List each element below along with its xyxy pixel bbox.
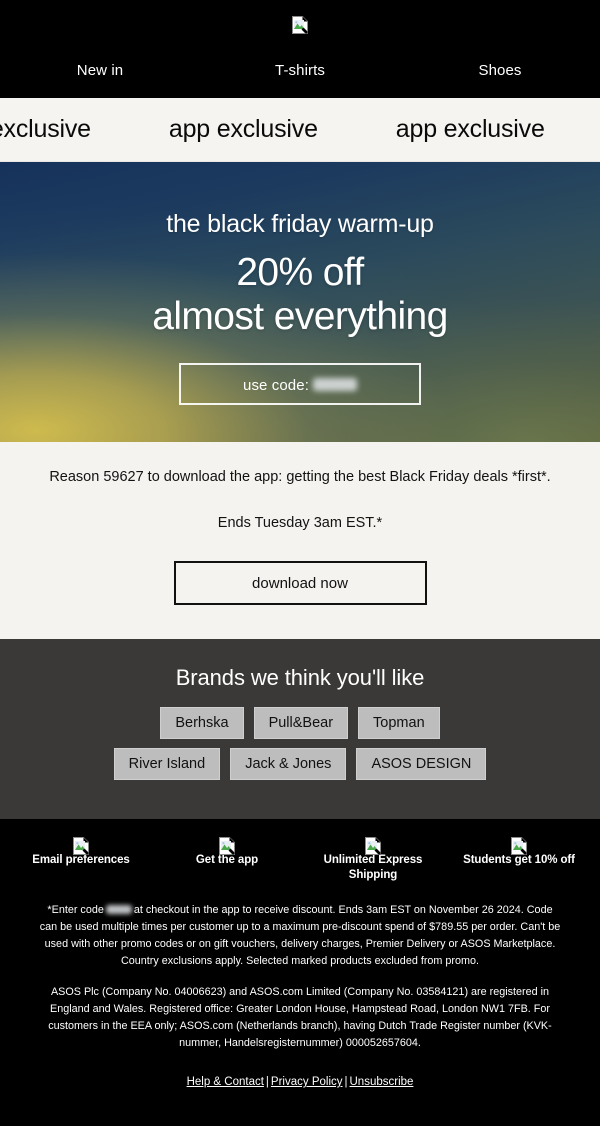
brand-chip-asos-design[interactable]: ASOS DESIGN xyxy=(356,748,487,781)
legal-text-company: ASOS Plc (Company No. 04006623) and ASOS… xyxy=(48,986,552,1050)
brand-chip-berhska[interactable]: Berhska xyxy=(160,707,244,740)
marquee-text: app exclusive xyxy=(395,115,545,143)
hero-kicker: the black friday warm-up xyxy=(166,210,434,238)
hero-content: the black friday warm-up 20% off almost … xyxy=(0,162,600,405)
promo-ends-text: Ends Tuesday 3am EST.* xyxy=(217,514,383,531)
legal-promo-code-redacted xyxy=(105,904,132,914)
hero-headline-line-2: almost everything xyxy=(152,294,448,338)
nav-link-new-in[interactable]: New in xyxy=(0,62,200,79)
logo-container xyxy=(0,10,600,52)
footer-link-email-preferences[interactable]: Email preferences xyxy=(8,837,154,867)
footer-utility-links: Help & Contact | Privacy Policy | Unsubscrib… xyxy=(8,1052,592,1108)
marquee-text: app exclusive xyxy=(168,115,318,143)
brand-chip-pull-and-bear[interactable]: Pull&Bear xyxy=(253,707,349,740)
brand-chip-river-island[interactable]: River Island xyxy=(113,748,221,781)
marquee-track: app exclusive app exclusive app exclusiv… xyxy=(0,98,600,161)
brands-title: Brands we think you'll like xyxy=(175,665,425,691)
marquee-text: app exclusive xyxy=(0,115,91,143)
link-separator: | xyxy=(344,1076,348,1089)
promo-code-label: use code: xyxy=(243,376,309,394)
broken-image-icon xyxy=(292,16,308,34)
broken-image-icon xyxy=(511,837,527,856)
promo-reason-text: Reason 59627 to download the app: gettin… xyxy=(49,469,551,485)
footer: Email preferences Get the app Unlimited … xyxy=(0,819,600,1126)
app-exclusive-banner: app exclusive app exclusive app exclusiv… xyxy=(0,98,600,162)
promo-code-redacted xyxy=(312,378,357,392)
download-now-button[interactable]: download now xyxy=(173,561,427,606)
broken-image-icon xyxy=(219,837,235,856)
legal-text-before-code: *Enter code xyxy=(47,903,104,916)
broken-image-icon xyxy=(365,837,381,856)
email-body: New in T-shirts Shoes app exclusive app … xyxy=(0,0,600,1126)
footer-link-unlimited-express-shipping[interactable]: Unlimited Express Shipping xyxy=(300,837,446,882)
footer-link-students-discount[interactable]: Students get 10% off xyxy=(446,837,592,867)
brand-chip-topman[interactable]: Topman xyxy=(358,707,440,740)
hero-banner: the black friday warm-up 20% off almost … xyxy=(0,162,600,442)
hero-headline-line-1: 20% off xyxy=(236,251,364,294)
nav-link-t-shirts[interactable]: T-shirts xyxy=(200,62,400,79)
promo-section: Reason 59627 to download the app: gettin… xyxy=(0,442,600,640)
hero-headline: 20% off almost everything xyxy=(0,253,600,337)
footer-link-label: Email preferences xyxy=(32,854,130,867)
brand-row-2: River Island Jack & Jones ASOS DESIGN xyxy=(20,748,580,781)
brand-row-1: Berhska Pull&Bear Topman xyxy=(20,707,580,740)
footer-link-unsubscribe[interactable]: Unsubscribe xyxy=(350,1076,414,1088)
footer-icon-links: Email preferences Get the app Unlimited … xyxy=(8,833,592,890)
footer-link-help-and-contact[interactable]: Help & Contact xyxy=(187,1076,264,1088)
top-navigation-bar: New in T-shirts Shoes xyxy=(0,0,600,98)
broken-image-icon xyxy=(73,837,89,856)
footer-link-label: Unlimited Express Shipping xyxy=(323,854,423,881)
nav-links: New in T-shirts Shoes xyxy=(0,52,600,79)
legal-text-promo: *Enter code at checkout in the app to rec… xyxy=(8,890,592,970)
promo-code-box[interactable]: use code: xyxy=(179,362,421,405)
footer-link-privacy-policy[interactable]: Privacy Policy xyxy=(271,1076,343,1088)
brands-section: Brands we think you'll like Berhska Pull… xyxy=(0,639,600,820)
footer-link-get-the-app[interactable]: Get the app xyxy=(154,837,300,867)
link-separator: | xyxy=(265,1076,269,1089)
footer-link-label: Get the app xyxy=(195,854,259,867)
footer-link-label: Students get 10% off xyxy=(463,854,575,867)
nav-link-shoes[interactable]: Shoes xyxy=(400,62,600,79)
brand-chip-jack-and-jones[interactable]: Jack & Jones xyxy=(230,748,347,781)
